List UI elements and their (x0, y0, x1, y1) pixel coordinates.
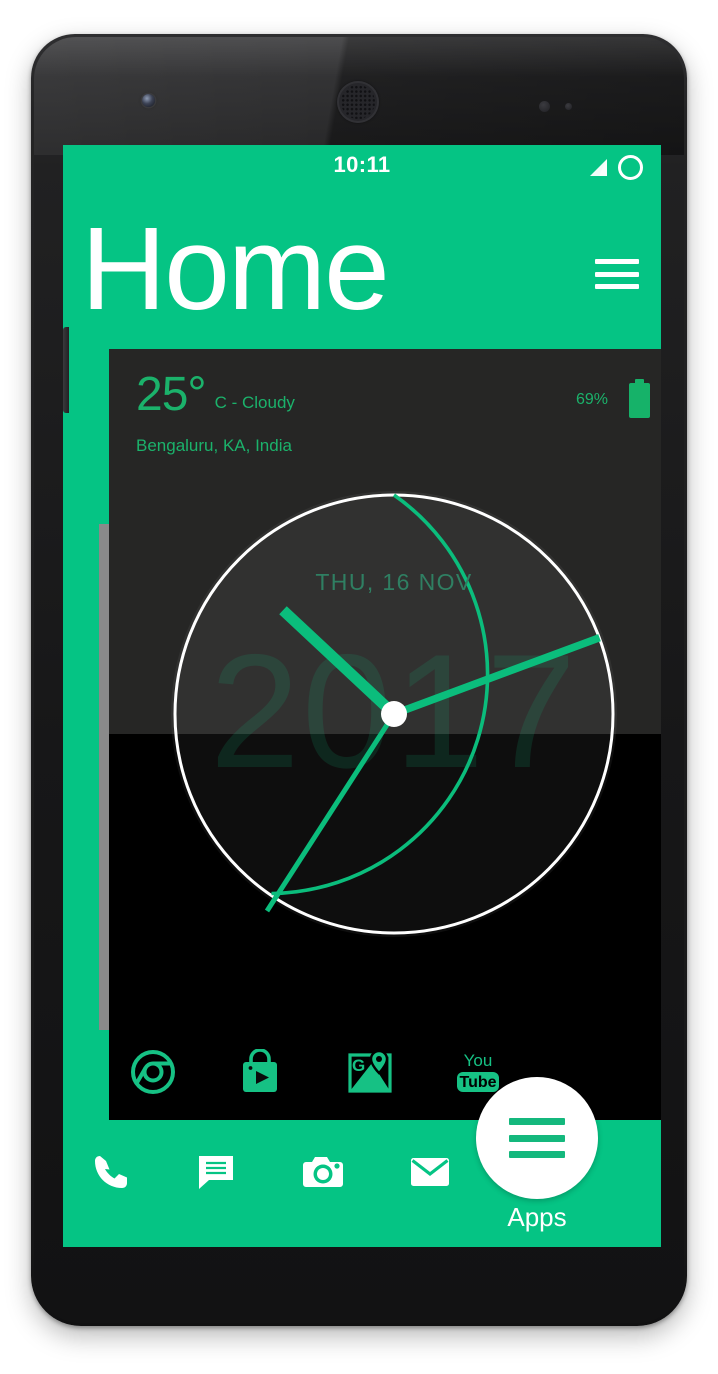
signal-bars-icon (590, 159, 607, 176)
youtube-label-top: You (464, 1051, 493, 1070)
youtube-icon: You Tube (457, 1051, 499, 1092)
degree-symbol: ° (187, 368, 207, 421)
analog-clock-widget[interactable]: 2017 THU, 16 NOV (171, 491, 617, 937)
bottom-dock: Apps (63, 1077, 661, 1247)
battery-percent-label: 69% (575, 391, 608, 408)
light-sensor-icon (565, 103, 572, 110)
app-icon-chrome[interactable] (122, 1042, 184, 1102)
email-icon (411, 1158, 449, 1186)
phone-bezel: 10:11 Home 25 ° C - Cloudy Bengaluru, KA… (34, 37, 684, 1323)
battery-icon (629, 379, 650, 418)
app-icon-play-store[interactable] (229, 1042, 291, 1102)
apps-drawer-label: Apps (507, 1202, 567, 1232)
volume-button[interactable] (63, 327, 69, 413)
front-camera-icon (142, 94, 155, 107)
play-store-icon (243, 1049, 277, 1092)
dock-item-phone[interactable] (83, 1146, 139, 1198)
weather-condition: C - Cloudy (214, 393, 295, 412)
chrome-icon (131, 1050, 175, 1094)
second-hand (264, 712, 397, 913)
weather-location: Bengaluru, KA, India (136, 436, 292, 455)
camera-icon (303, 1157, 343, 1187)
earpiece-speaker-icon (337, 81, 379, 123)
hamburger-menu-icon[interactable] (595, 259, 639, 289)
svg-text:G: G (352, 1056, 365, 1075)
google-maps-icon: G (348, 1049, 392, 1093)
phone-icon (95, 1156, 127, 1188)
apps-drawer-button[interactable] (476, 1077, 598, 1199)
temperature-value: 25 (136, 368, 188, 421)
clock-hands (264, 606, 601, 913)
widget-panel: 25 ° C - Cloudy Bengaluru, KA, India 69% (99, 349, 661, 1120)
clock-center-pin (381, 701, 407, 727)
message-icon (199, 1156, 233, 1189)
temperature-row: 25 ° C - Cloudy (136, 368, 295, 421)
proximity-sensor-icon (539, 101, 550, 112)
phone-screen: 10:11 Home 25 ° C - Cloudy Bengaluru, KA… (63, 145, 661, 1247)
bezel-sheen-overlay (34, 37, 684, 77)
app-icon-maps[interactable]: G (339, 1042, 401, 1102)
dock-item-messages[interactable] (188, 1146, 244, 1198)
page-title: Home (81, 203, 390, 335)
panel-scroll-rail-left[interactable] (99, 524, 109, 1030)
battery-ring-icon (618, 155, 643, 180)
dock-item-email[interactable] (402, 1146, 458, 1198)
phone-device-frame: 10:11 Home 25 ° C - Cloudy Bengaluru, KA… (31, 34, 687, 1326)
status-bar-clock: 10:11 (333, 152, 391, 177)
weather-widget[interactable]: 25 ° C - Cloudy Bengaluru, KA, India 69% (109, 349, 661, 469)
hamburger-menu-icon (509, 1118, 565, 1158)
hour-hand (279, 606, 402, 722)
minute-hand (389, 634, 601, 719)
status-bar: 10:11 (63, 145, 661, 189)
youtube-label-bottom: Tube (459, 1074, 496, 1091)
dock-item-camera[interactable] (295, 1146, 351, 1198)
